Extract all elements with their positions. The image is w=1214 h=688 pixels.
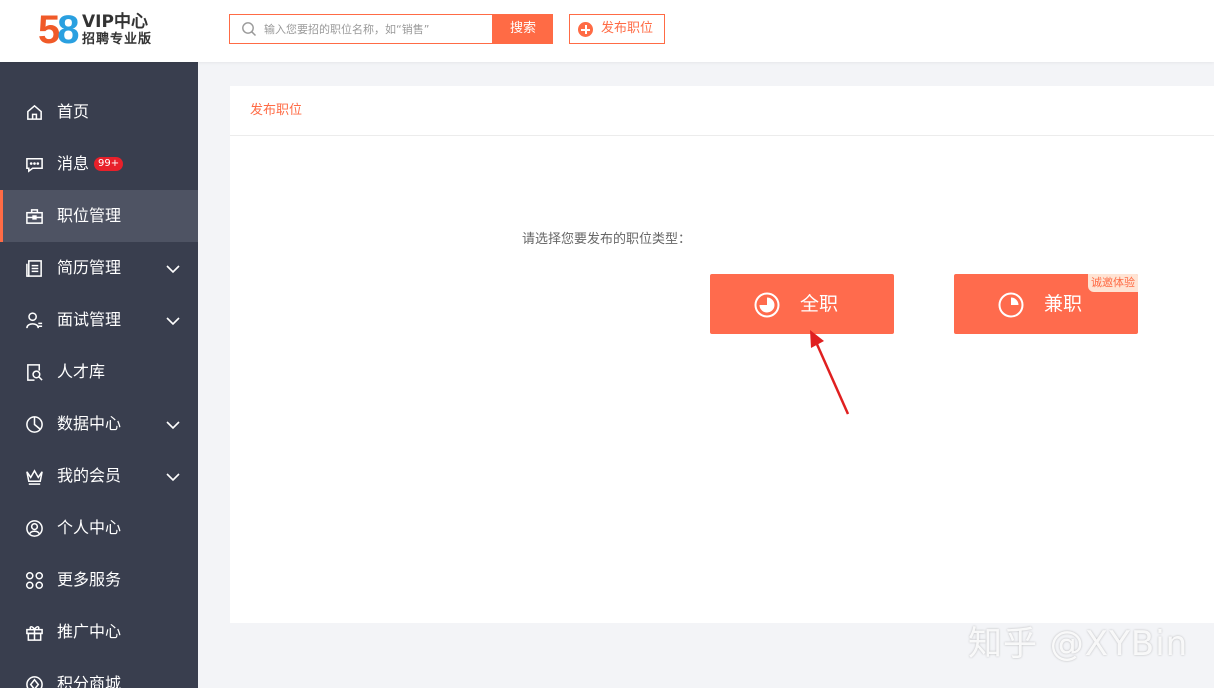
sidebar-item-label: 人才库 bbox=[57, 362, 106, 381]
sidebar-item-label: 我的会员 bbox=[57, 466, 122, 485]
plus-circle-icon bbox=[578, 22, 593, 37]
watermark: 知乎 @XYBin bbox=[968, 624, 1189, 664]
chevron-down-icon[interactable] bbox=[165, 469, 181, 485]
logo[interactable]: 58 VIP中心 招聘专业版 bbox=[38, 8, 168, 52]
sidebar-item-label: 简历管理 bbox=[57, 258, 122, 277]
grid-icon bbox=[25, 571, 44, 590]
chevron-down-icon[interactable] bbox=[165, 313, 181, 329]
sidebar-item-label: 推广中心 bbox=[57, 622, 122, 641]
logo-subtitle: 招聘专业版 bbox=[82, 32, 153, 47]
sidebar-item-job-management[interactable]: 职位管理 bbox=[0, 190, 198, 242]
sidebar-item-label: 数据中心 bbox=[57, 414, 122, 433]
interview-icon bbox=[26, 312, 43, 329]
message-icon bbox=[26, 158, 43, 173]
parttime-button[interactable]: 兼职 诚邀体验 bbox=[954, 274, 1138, 334]
sidebar: 首页 消息 99+ 职位管理 简历管理 面试管理 人才库 数据中心 我的会员 个… bbox=[0, 62, 198, 688]
chevron-down-icon[interactable] bbox=[165, 261, 181, 277]
publish-job-panel: 发布职位 请选择您要发布的职位类型： 全职 兼职 诚邀体验 bbox=[230, 86, 1214, 623]
sidebar-item-more-services[interactable]: 更多服务 bbox=[0, 554, 198, 606]
sidebar-item-messages[interactable]: 消息 99+ bbox=[0, 138, 198, 190]
sidebar-item-label: 积分商城 bbox=[57, 674, 122, 688]
parttime-label: 兼职 bbox=[1044, 293, 1083, 315]
top-header: 58 VIP中心 招聘专业版 搜索 发布职位 bbox=[0, 0, 1214, 62]
page-title: 发布职位 bbox=[250, 103, 303, 118]
sidebar-item-points-mall[interactable]: 积分商城 bbox=[0, 658, 198, 688]
briefcase-icon bbox=[26, 209, 43, 224]
search-box bbox=[229, 14, 493, 44]
gift-icon bbox=[26, 626, 43, 641]
search-input[interactable] bbox=[264, 15, 486, 43]
sidebar-item-label: 更多服务 bbox=[57, 570, 122, 589]
sidebar-item-talent-pool[interactable]: 人才库 bbox=[0, 346, 198, 398]
publish-job-button[interactable]: 发布职位 bbox=[569, 14, 665, 44]
points-icon bbox=[26, 676, 43, 688]
clock-pie-icon bbox=[998, 292, 1024, 318]
user-circle-icon bbox=[26, 520, 43, 537]
annotation-arrow-icon bbox=[810, 330, 850, 415]
logo-title: VIP中心 bbox=[82, 12, 148, 32]
pie-chart-icon bbox=[26, 416, 43, 433]
sidebar-item-resume-management[interactable]: 简历管理 bbox=[0, 242, 198, 294]
publish-job-label: 发布职位 bbox=[601, 21, 654, 36]
logo-digits: 58 bbox=[38, 8, 80, 52]
job-type-prompt: 请选择您要发布的职位类型： bbox=[522, 232, 692, 247]
sidebar-item-label: 职位管理 bbox=[57, 206, 122, 225]
sidebar-item-label: 个人中心 bbox=[57, 518, 122, 537]
talent-search-icon bbox=[27, 364, 43, 381]
divider bbox=[230, 135, 1214, 136]
resume-icon bbox=[26, 260, 42, 277]
search-icon bbox=[242, 22, 257, 37]
crown-icon bbox=[26, 469, 43, 485]
home-icon bbox=[27, 104, 42, 120]
clock-pie-icon bbox=[754, 292, 780, 318]
sidebar-item-promotion-center[interactable]: 推广中心 bbox=[0, 606, 198, 658]
chevron-down-icon[interactable] bbox=[165, 417, 181, 433]
message-count-badge: 99+ bbox=[94, 157, 124, 171]
sidebar-item-label: 首页 bbox=[57, 102, 90, 121]
search-button[interactable]: 搜索 bbox=[493, 14, 553, 44]
sidebar-item-interview-management[interactable]: 面试管理 bbox=[0, 294, 198, 346]
sidebar-item-data-center[interactable]: 数据中心 bbox=[0, 398, 198, 450]
sidebar-item-label: 面试管理 bbox=[57, 310, 122, 329]
sidebar-item-membership[interactable]: 我的会员 bbox=[0, 450, 198, 502]
sidebar-item-personal-center[interactable]: 个人中心 bbox=[0, 502, 198, 554]
sidebar-item-label: 消息 bbox=[57, 154, 90, 173]
sidebar-item-home[interactable]: 首页 bbox=[0, 86, 198, 138]
trial-tag-badge: 诚邀体验 bbox=[1088, 274, 1138, 292]
